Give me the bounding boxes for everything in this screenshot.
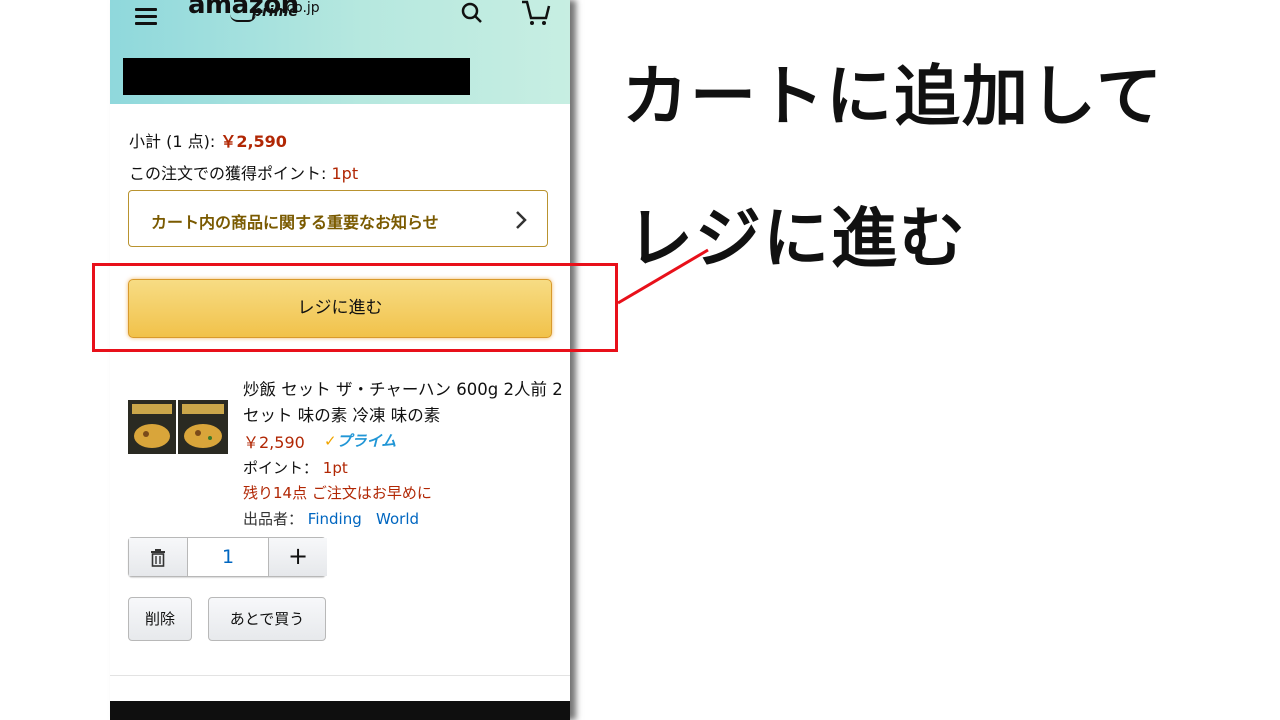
product-price: ￥2,590 xyxy=(243,433,305,452)
annotation-text-checkout: レジに進む xyxy=(627,200,967,277)
seller-label: 出品者： xyxy=(243,510,304,528)
app-header: amazon .co.jp prime xyxy=(110,0,570,104)
prime-check-icon: ✓ xyxy=(324,432,337,450)
subtotal: 小計 (1 点): ￥2,590 xyxy=(129,128,287,152)
checkout-highlight-box xyxy=(92,263,618,352)
points-label: この注文での獲得ポイント: xyxy=(129,164,332,183)
order-points: この注文での獲得ポイント: 1pt xyxy=(129,160,358,184)
stock-warning: 残り14点 ご注文はお早めに xyxy=(243,484,432,502)
redacted-address-bar xyxy=(123,58,470,95)
hamburger-menu-icon[interactable] xyxy=(135,8,157,25)
prime-label: プライム xyxy=(336,432,397,450)
subtotal-label: 小計 (1 点): xyxy=(129,132,221,151)
delete-button[interactable]: 削除 xyxy=(128,597,192,641)
seller-link-finding[interactable]: Finding xyxy=(308,510,362,528)
divider xyxy=(110,675,570,676)
save-for-later-button[interactable]: あとで買う xyxy=(208,597,326,641)
annotation-text-add-to-cart: カートに追加して xyxy=(622,58,1165,135)
points-value: 1pt xyxy=(331,164,359,183)
subtotal-price: ￥2,590 xyxy=(220,132,287,151)
product-image[interactable] xyxy=(128,398,228,456)
logo-prime: prime xyxy=(252,4,298,20)
footer-bar xyxy=(110,701,570,720)
seller-link-world[interactable]: World xyxy=(376,510,419,528)
quantity-value[interactable]: 1 xyxy=(188,538,268,576)
trash-icon xyxy=(151,548,165,567)
chevron-right-icon xyxy=(516,211,527,229)
prime-badge: ✓プライム xyxy=(324,430,396,451)
product-points-value: 1pt xyxy=(322,459,348,477)
product-title-link[interactable]: 炒飯 セット ザ・チャーハン 600g 2人前 2セット 味の素 冷凍 味の素 xyxy=(243,377,563,429)
important-notice-button[interactable]: カート内の商品に関する重要なお知らせ xyxy=(128,190,548,247)
amazon-logo[interactable]: amazon .co.jp prime xyxy=(188,0,320,22)
search-icon[interactable] xyxy=(460,2,484,26)
logo-smile xyxy=(230,14,256,22)
seller-info: 出品者： Finding World xyxy=(243,508,419,529)
product-points-label: ポイント： xyxy=(243,459,323,477)
quantity-stepper: 1 + xyxy=(128,537,327,577)
notice-label: カート内の商品に関する重要なお知らせ xyxy=(151,213,439,232)
cart-icon[interactable] xyxy=(520,0,552,26)
quantity-plus-button[interactable]: + xyxy=(268,538,327,576)
phone-screenshot: amazon .co.jp prime 小計 (1 点): ￥2,590 この注… xyxy=(110,0,570,720)
product-points: ポイント： 1pt xyxy=(243,457,348,478)
trash-button[interactable] xyxy=(129,538,188,576)
